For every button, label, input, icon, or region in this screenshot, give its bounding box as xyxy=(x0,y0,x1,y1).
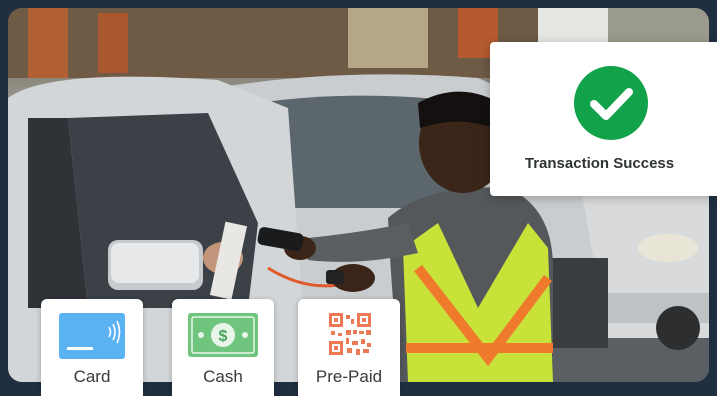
transaction-status-card: Transaction Success xyxy=(490,42,717,196)
payment-option-prepaid[interactable]: Pre-Paid xyxy=(298,299,400,396)
payment-option-cash[interactable]: $ Cash xyxy=(172,299,274,396)
payment-option-label: Cash xyxy=(203,367,243,386)
qr-code-icon xyxy=(329,313,371,355)
credit-card-icon xyxy=(59,313,125,359)
status-message: Transaction Success xyxy=(524,155,675,172)
check-circle-icon xyxy=(574,66,648,140)
svg-text:$: $ xyxy=(219,328,228,345)
payment-option-label: Card xyxy=(73,367,111,386)
payment-option-label: Pre-Paid xyxy=(315,367,383,386)
cash-bill-icon: $ xyxy=(188,313,258,357)
payment-option-card[interactable]: Card xyxy=(41,299,143,396)
